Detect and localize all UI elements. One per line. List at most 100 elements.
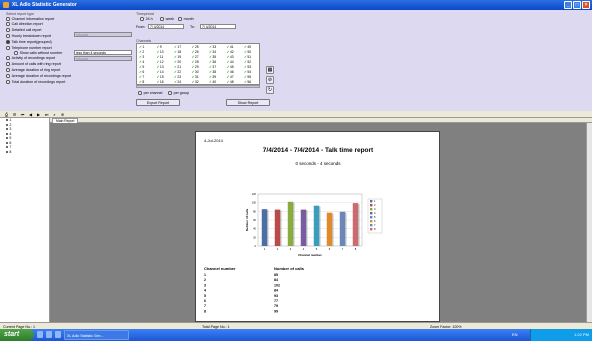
channel-checkbox[interactable]: ✓ 50 xyxy=(244,50,251,54)
browser-icon[interactable] xyxy=(37,331,43,338)
channel-checkbox[interactable]: ✓ 55 xyxy=(244,75,251,79)
channel-checkbox[interactable]: ✓ 38 xyxy=(209,70,216,74)
report-type-option[interactable]: Average duration of ring report xyxy=(6,68,60,72)
channel-checkbox[interactable]: ✓ 30 xyxy=(192,70,199,74)
channel-scrollbar[interactable] xyxy=(136,85,260,88)
channel-checkbox[interactable]: ✓ 25 xyxy=(192,45,199,49)
channel-checkbox[interactable]: ✓ 23 xyxy=(174,75,181,79)
channel-checkbox[interactable]: ✓ 43 xyxy=(227,55,234,59)
channel-checkbox[interactable]: ✓ 18 xyxy=(174,50,181,54)
report-type-option[interactable]: Talk time report(grouped) xyxy=(6,40,52,44)
minimize-button[interactable]: _ xyxy=(564,1,572,9)
channel-checkbox[interactable]: ✓ 13 xyxy=(157,65,164,69)
talk-time-select[interactable]: less than 4 seconds xyxy=(74,50,132,55)
channel-checkbox[interactable]: ✓ 53 xyxy=(244,65,251,69)
last-page-icon[interactable]: ⏭ xyxy=(44,112,49,117)
search-icon[interactable]: ⌕ xyxy=(52,112,57,117)
from-date-input[interactable]: 7/ 4/2014 xyxy=(148,24,184,29)
channel-checkbox[interactable]: ✓ 15 xyxy=(157,75,164,79)
channel-checkbox[interactable]: ✓ 16 xyxy=(157,80,164,84)
channel-checkbox[interactable]: ✓ 39 xyxy=(209,75,216,79)
channel-checkbox[interactable]: ✓ 41 xyxy=(227,45,234,49)
channel-checkbox[interactable]: ✓ 1 xyxy=(139,45,144,49)
channel-checkbox[interactable]: ✓ 51 xyxy=(244,55,251,59)
per-group-radio[interactable]: per group xyxy=(168,91,189,95)
channel-checkbox[interactable]: ✓ 42 xyxy=(227,50,234,54)
period-week[interactable]: week xyxy=(160,17,174,21)
channel-checkbox[interactable]: ✓ 2 xyxy=(139,50,144,54)
report-type-option[interactable]: Call direction report xyxy=(6,22,43,26)
channel-checkbox[interactable]: ✓ 26 xyxy=(192,50,199,54)
next-page-icon[interactable]: ▶ xyxy=(36,112,41,117)
channel-checkbox[interactable]: ✓ 28 xyxy=(192,60,199,64)
channel-checkbox[interactable]: ✓ 46 xyxy=(227,70,234,74)
start-button[interactable]: start xyxy=(0,329,34,341)
explorer-icon[interactable] xyxy=(46,331,52,338)
channel-checkbox[interactable]: ✓ 44 xyxy=(227,60,234,64)
channel-checkbox[interactable]: ✓ 6 xyxy=(139,70,144,74)
channel-checkbox[interactable]: ✓ 48 xyxy=(227,80,234,84)
channel-checkbox[interactable]: ✓ 37 xyxy=(209,65,216,69)
report-type-option[interactable]: Average duration of recordings report xyxy=(6,74,71,78)
report-type-option[interactable]: Channel information report xyxy=(6,17,54,21)
channel-checkbox[interactable]: ✓ 22 xyxy=(174,70,181,74)
channel-checkbox[interactable]: ✓ 11 xyxy=(157,55,164,59)
channel-checkbox[interactable]: ✓ 49 xyxy=(244,45,251,49)
clear-icon[interactable]: ⊘ xyxy=(266,76,274,84)
channel-checkbox[interactable]: ✓ 14 xyxy=(157,70,164,74)
select-all-icon[interactable]: ▦ xyxy=(266,66,274,74)
telephone-select[interactable]: Inbound xyxy=(74,56,132,61)
channel-checkbox[interactable]: ✓ 52 xyxy=(244,60,251,64)
channel-checkbox[interactable]: ✓ 24 xyxy=(174,80,181,84)
show-report-button[interactable]: Show Report xyxy=(226,99,270,106)
channel-checkbox[interactable]: ✓ 36 xyxy=(209,60,216,64)
channel-checkbox[interactable]: ✓ 7 xyxy=(139,75,144,79)
taskbar-app-item[interactable]: XL Adlo Statistic Gen... xyxy=(64,330,129,340)
media-icon[interactable] xyxy=(55,331,61,338)
per-channel-radio[interactable]: per channel xyxy=(138,91,162,95)
zoom-icon[interactable]: ⊕ xyxy=(60,112,65,117)
channel-checkbox[interactable]: ✓ 19 xyxy=(174,55,181,59)
tree-item[interactable]: 8 xyxy=(0,150,49,155)
channel-checkbox[interactable]: ✓ 20 xyxy=(174,60,181,64)
channel-checkbox[interactable]: ✓ 27 xyxy=(192,55,199,59)
call-direction-select[interactable]: Inbound xyxy=(74,32,132,37)
prev-page-icon[interactable]: ◀ xyxy=(28,112,33,117)
report-type-option[interactable]: Amount of calls with ring report xyxy=(6,62,61,66)
channel-checkbox[interactable]: ✓ 35 xyxy=(209,55,216,59)
channel-checkbox[interactable]: ✓ 3 xyxy=(139,55,144,59)
channel-checkbox[interactable]: ✓ 56 xyxy=(244,80,251,84)
report-type-option[interactable]: Activity of recordings report xyxy=(6,56,55,60)
close-button[interactable]: × xyxy=(582,1,590,9)
channel-checkbox[interactable]: ✓ 8 xyxy=(139,80,144,84)
channel-checkbox[interactable]: ✓ 29 xyxy=(192,65,199,69)
channel-checkbox[interactable]: ✓ 54 xyxy=(244,70,251,74)
period-day[interactable]: 24 h xyxy=(140,17,153,21)
maximize-button[interactable]: □ xyxy=(573,1,581,9)
report-type-option[interactable]: Hourly breakdown report xyxy=(6,34,51,38)
channel-checkbox[interactable]: ✓ 9 xyxy=(157,45,162,49)
export-report-button[interactable]: Export Report xyxy=(136,99,180,106)
report-type-option[interactable]: Show calls without number xyxy=(14,51,62,55)
channel-checkbox[interactable]: ✓ 32 xyxy=(192,80,199,84)
tree-icon[interactable]: ☰ xyxy=(12,112,17,117)
channel-checkbox[interactable]: ✓ 33 xyxy=(209,45,216,49)
viewer-scrollbar[interactable] xyxy=(586,123,592,322)
language-indicator[interactable]: EN xyxy=(512,331,518,339)
channel-checkbox[interactable]: ✓ 31 xyxy=(192,75,199,79)
report-type-option[interactable]: Total duration of recordings report xyxy=(6,80,65,84)
channel-checkbox[interactable]: ✓ 5 xyxy=(139,65,144,69)
channel-checkbox[interactable]: ✓ 10 xyxy=(157,50,164,54)
refresh-icon[interactable]: ↻ xyxy=(266,86,274,94)
channel-checkbox[interactable]: ✓ 21 xyxy=(174,65,181,69)
report-type-option[interactable]: Detailed call report xyxy=(6,28,42,32)
channel-checkbox[interactable]: ✓ 17 xyxy=(174,45,181,49)
channel-checkbox[interactable]: ✓ 12 xyxy=(157,60,164,64)
report-type-option[interactable]: Telephone number report xyxy=(6,46,52,50)
period-month[interactable]: month xyxy=(178,17,194,21)
to-date-input[interactable]: 7/ 4/2014 xyxy=(200,24,236,29)
channel-checkbox[interactable]: ✓ 45 xyxy=(227,65,234,69)
channel-checkbox[interactable]: ✓ 34 xyxy=(209,50,216,54)
channel-checkbox[interactable]: ✓ 4 xyxy=(139,60,144,64)
first-page-icon[interactable]: ⏮ xyxy=(20,112,25,117)
